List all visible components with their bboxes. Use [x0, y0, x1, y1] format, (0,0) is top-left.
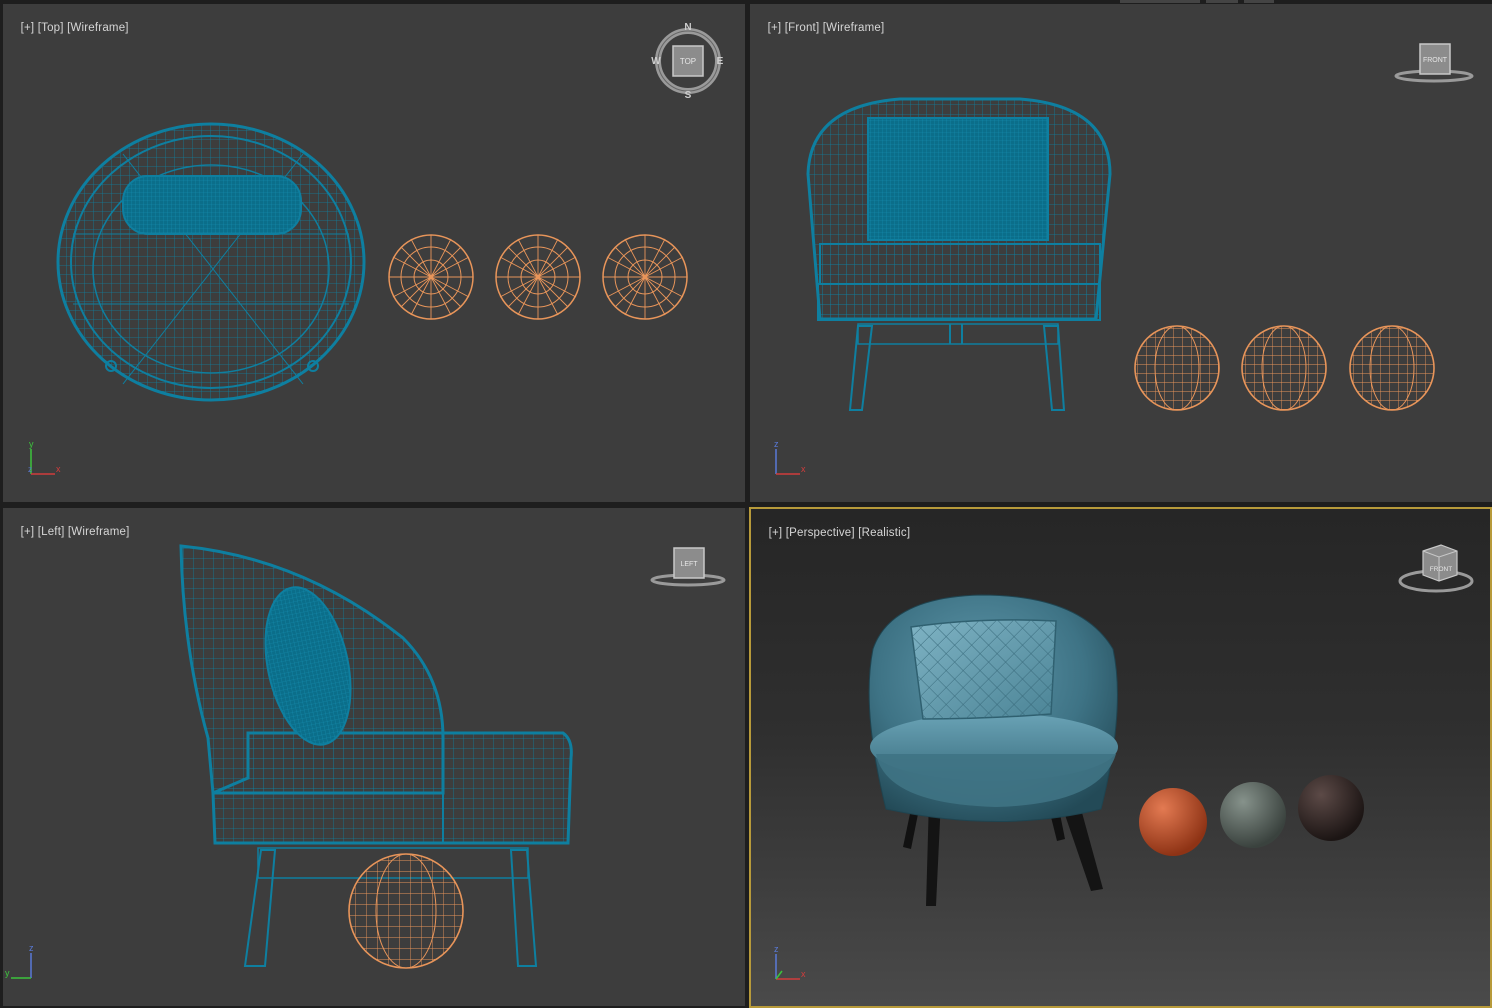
compass-s: S: [685, 90, 692, 101]
viewport-point-of-view-menu[interactable]: [Left]: [38, 526, 65, 538]
viewcube-face-label: LEFT: [680, 561, 698, 568]
svg-text:y: y: [29, 439, 34, 449]
axis-tripod-icon: z y: [5, 943, 34, 979]
svg-text:x: x: [801, 464, 806, 474]
viewport-point-of-view-menu[interactable]: [Front]: [785, 22, 820, 34]
sphere-wireframe-top-2[interactable]: [495, 234, 581, 320]
svg-text:x: x: [56, 464, 61, 474]
chair-leg: [1063, 809, 1103, 891]
svg-text:z: z: [774, 944, 779, 954]
viewport-shading-menu[interactable]: [Wireframe]: [68, 526, 130, 538]
viewport-point-of-view-menu[interactable]: [Perspective]: [786, 527, 855, 539]
viewcube-icon[interactable]: LEFT: [650, 547, 726, 587]
viewcube-face-label: FRONT: [1430, 566, 1452, 573]
sphere-wireframe-front-1[interactable]: [1134, 325, 1220, 411]
front-view-scene: FRONT z x: [774, 43, 1474, 475]
viewport-menu-plus[interactable]: [+]: [769, 527, 783, 539]
viewport-shading-menu[interactable]: [Wireframe]: [823, 22, 885, 34]
svg-text:z: z: [774, 439, 779, 449]
viewport-front[interactable]: FRONT z x [+] [Front] [Wireframe]: [750, 4, 1492, 502]
sphere-rendered-orange[interactable]: [1139, 788, 1207, 856]
viewport-menu-plus[interactable]: [+]: [21, 22, 35, 34]
sphere-wireframe-front-3[interactable]: [1349, 325, 1435, 411]
viewport-menu-plus[interactable]: [+]: [21, 526, 35, 538]
svg-text:y: y: [5, 968, 10, 978]
perspective-view-scene: FRONT z x: [774, 544, 1474, 980]
viewport-shading-menu[interactable]: [Wireframe]: [67, 22, 129, 34]
sphere-wireframe-front-2[interactable]: [1241, 325, 1327, 411]
viewport-label-front: [+] [Front] [Wireframe]: [754, 10, 885, 46]
viewcube-face-label: TOP: [680, 57, 696, 66]
viewport-label-left: [+] [Left] [Wireframe]: [7, 514, 130, 550]
viewport-label-perspective: [+] [Perspective] [Realistic]: [755, 515, 910, 551]
sphere-wireframe-top-3[interactable]: [602, 234, 688, 320]
viewport-left[interactable]: LEFT z y [+] [Left] [Wireframe]: [3, 508, 745, 1006]
compass-w: W: [651, 56, 661, 67]
viewcube-icon[interactable]: TOP N S E W: [651, 22, 723, 101]
svg-text:x: x: [801, 969, 806, 979]
viewport-point-of-view-menu[interactable]: [Top]: [38, 22, 64, 34]
chair-rendered[interactable]: [868, 594, 1118, 906]
axis-tripod-icon: y x z: [28, 439, 61, 475]
sphere-rendered-dark-brown[interactable]: [1298, 775, 1364, 841]
svg-text:z: z: [28, 465, 32, 474]
left-view-scene: LEFT z y: [5, 544, 726, 979]
viewport-top[interactable]: TOP N S E W y x z [+] [Top] [Wireframe]: [3, 4, 745, 502]
viewport-shading-menu[interactable]: [Realistic]: [858, 527, 910, 539]
sphere-wireframe-top-1[interactable]: [388, 234, 474, 320]
viewcube-face-label: FRONT: [1423, 57, 1448, 64]
viewport-perspective[interactable]: FRONT z x [+] [Perspective] [Realistic]: [749, 507, 1492, 1008]
viewcube-icon[interactable]: FRONT: [1398, 544, 1474, 593]
sphere-wireframe-left[interactable]: [348, 853, 464, 969]
compass-e: E: [717, 56, 724, 67]
viewport-menu-plus[interactable]: [+]: [768, 22, 782, 34]
sphere-rendered-grey-green[interactable]: [1220, 782, 1286, 848]
top-view-scene: TOP N S E W y x z: [28, 22, 724, 475]
viewcube-icon[interactable]: FRONT: [1394, 43, 1474, 83]
axis-tripod-icon: z x: [774, 944, 806, 980]
chair-wireframe-front[interactable]: [806, 97, 1112, 411]
viewport-label-top: [+] [Top] [Wireframe]: [7, 10, 129, 46]
compass-n: N: [684, 22, 691, 33]
axis-tripod-icon: z x: [774, 439, 806, 475]
svg-text:z: z: [29, 943, 34, 953]
chair-wireframe-top[interactable]: [56, 122, 366, 402]
